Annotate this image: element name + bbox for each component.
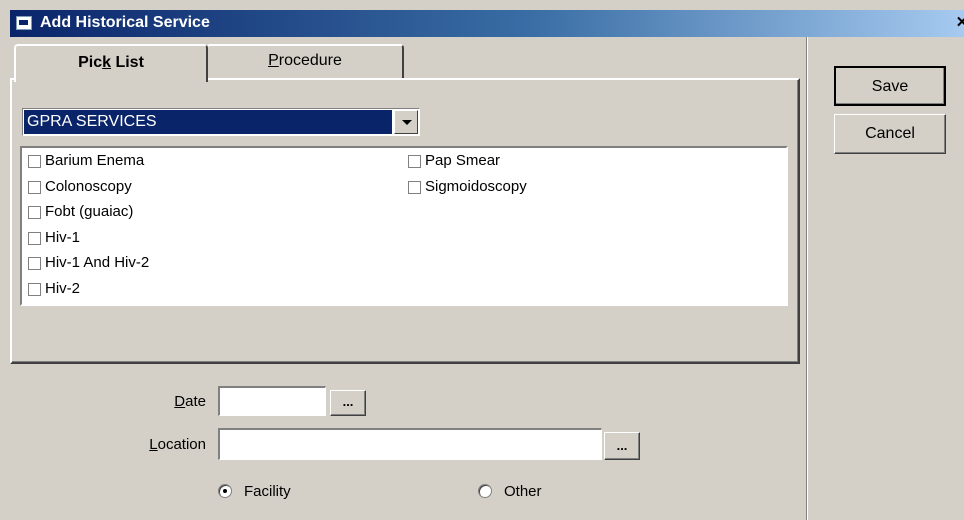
app-icon <box>16 16 32 30</box>
window-edge <box>0 10 10 520</box>
list-item-label: Hiv-1 <box>45 228 81 246</box>
facility-radio[interactable]: Facility <box>218 482 338 504</box>
checkbox[interactable] <box>28 257 41 270</box>
tab-pick-list-label: Pick List <box>78 54 144 71</box>
location-lookup-button[interactable]: ... <box>604 432 640 460</box>
list-item-label: Sigmoidoscopy <box>425 177 527 195</box>
panel-divider <box>806 37 808 520</box>
title-bar[interactable]: Add Historical Service ✕ <box>10 10 964 37</box>
date-label: Date <box>174 393 206 410</box>
close-icon[interactable]: ✕ <box>955 14 964 32</box>
location-label: Location <box>149 436 206 453</box>
checkbox[interactable] <box>28 155 41 168</box>
radio-other-indicator <box>478 484 492 498</box>
combo-selected-value: GPRA SERVICES <box>24 110 392 134</box>
list-item-label: Pap Smear <box>425 152 501 169</box>
combo-dropdown-button[interactable] <box>394 110 418 134</box>
tab-procedure[interactable]: Procedure <box>206 44 404 78</box>
list-item-label: Colonoscopy <box>45 177 132 195</box>
date-field[interactable] <box>218 386 326 416</box>
location-field[interactable] <box>218 428 602 460</box>
tab-procedure-label: Procedure <box>268 52 342 69</box>
checkbox[interactable] <box>408 155 421 168</box>
checkbox[interactable] <box>28 180 41 194</box>
tab-pick-list[interactable]: Pick List <box>14 44 208 82</box>
cancel-button[interactable]: Cancel <box>834 114 946 154</box>
date-picker-button[interactable]: ... <box>330 390 366 416</box>
chevron-down-icon <box>402 120 412 125</box>
checkbox[interactable] <box>28 282 41 296</box>
other-radio[interactable]: Other <box>478 482 598 504</box>
checkbox[interactable] <box>28 231 41 245</box>
service-category-combo[interactable]: GPRA SERVICES <box>22 108 420 136</box>
service-checklist[interactable]: Barium Enema Colonoscopy Fobt (guaiac) Hiv-… <box>20 146 788 306</box>
window-title: Add Historical Service <box>40 14 210 31</box>
list-item-label: Barium Enema <box>45 152 145 169</box>
list-item-label: Hiv-1 And Hiv-2 <box>45 254 150 271</box>
facility-radio-label: Facility <box>244 483 291 500</box>
list-item-label: Fobt (guaiac) <box>45 203 134 220</box>
save-button[interactable]: Save <box>834 66 946 106</box>
other-radio-label: Other <box>504 483 542 500</box>
checkbox[interactable] <box>408 180 421 194</box>
checkbox[interactable] <box>28 206 41 219</box>
list-item-label: Hiv-2 <box>45 279 81 297</box>
radio-facility-indicator <box>218 484 232 498</box>
